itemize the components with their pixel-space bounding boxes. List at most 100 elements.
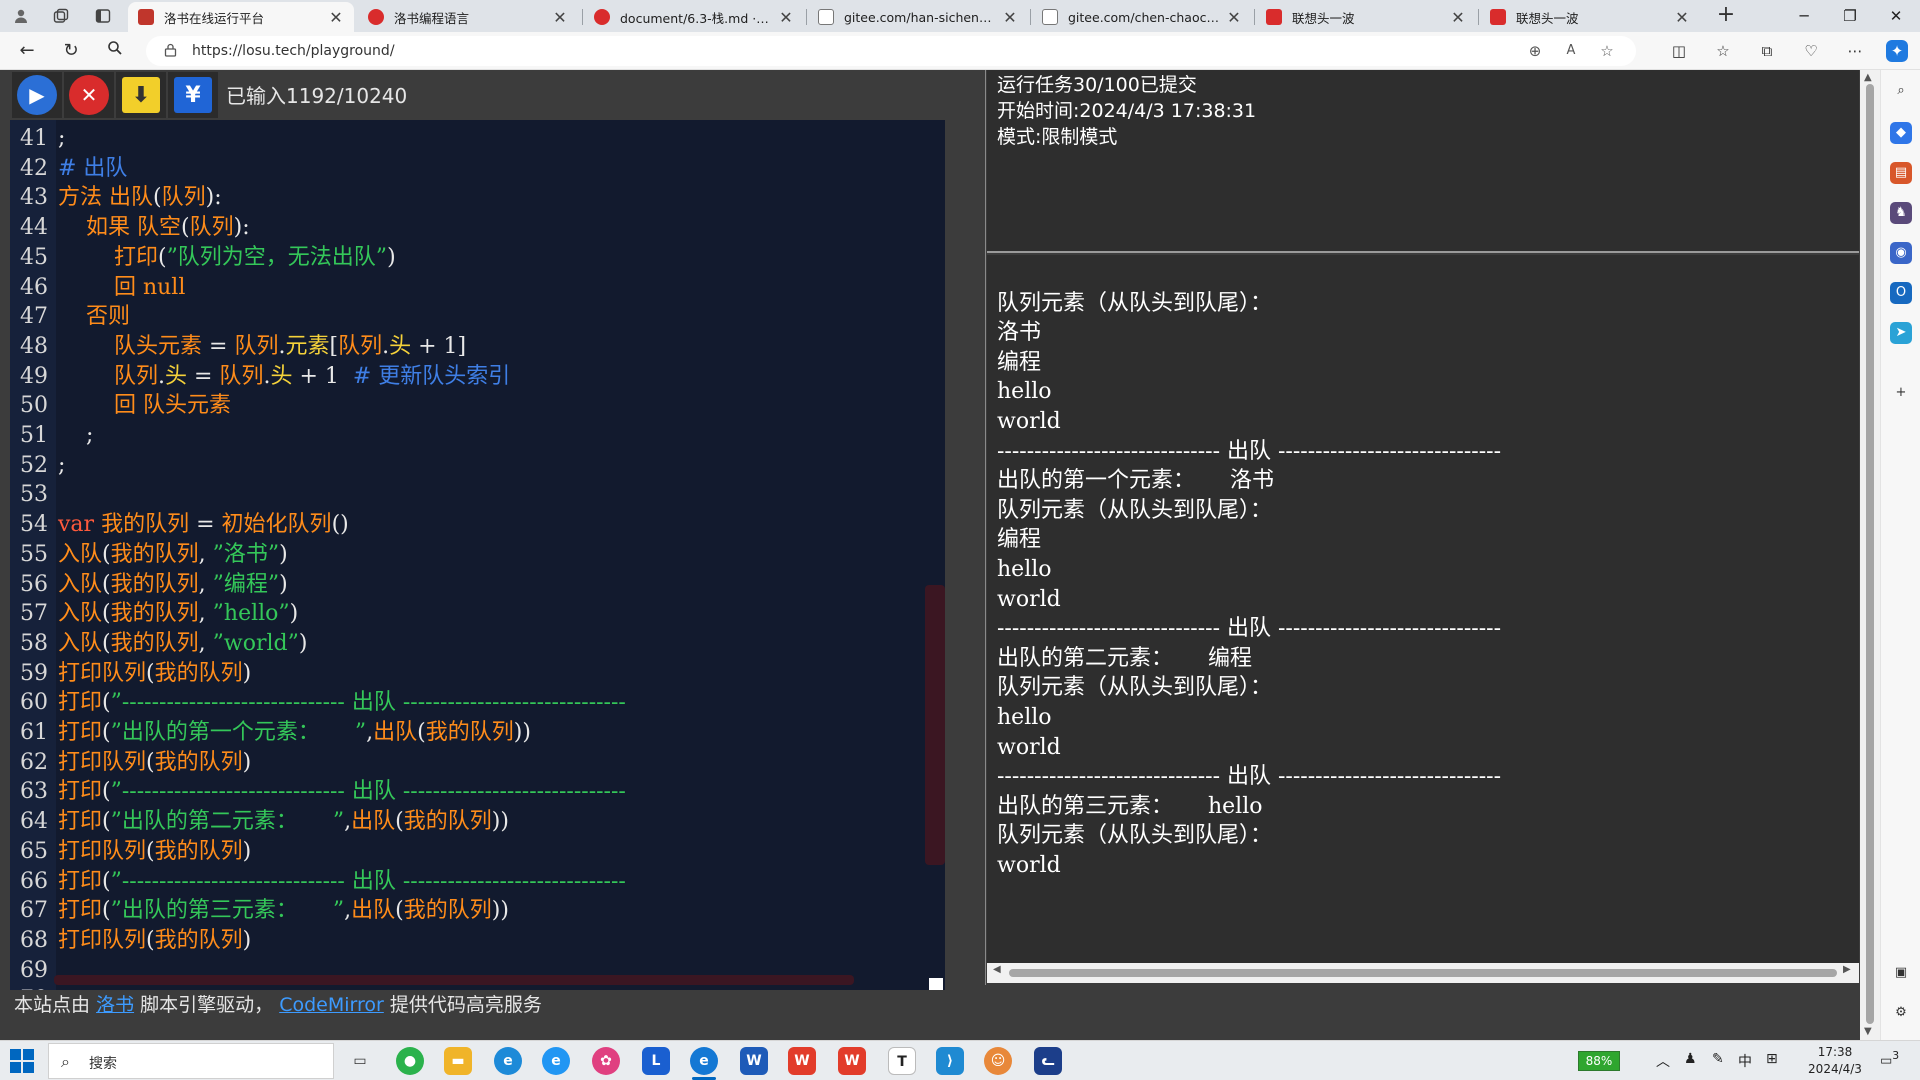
code-line[interactable]: 54 var 我的队列 = 初始化队列() <box>10 510 945 539</box>
search-icon[interactable] <box>104 40 126 62</box>
code-line[interactable]: 57 入队(我的队列, ”hello”) <box>10 599 945 628</box>
code-text[interactable]: 打印(”出队的第三元素： ”,出队(我的队列)) <box>58 896 509 925</box>
system-clock[interactable]: 17:38 2024/4/3 <box>1800 1044 1870 1078</box>
code-text[interactable]: 打印(”队列为空，无法出队”) <box>58 243 396 272</box>
code-line[interactable]: 68 打印队列(我的队列) <box>10 926 945 955</box>
code-line[interactable]: 46 回 null <box>10 273 945 302</box>
code-text[interactable]: 队列.头 = 队列.头 + 1 # 更新队头索引 <box>58 362 510 391</box>
keyboard-layout-icon[interactable]: ⊞ <box>1766 1051 1778 1067</box>
workspaces-icon[interactable] <box>50 6 72 26</box>
outlook-icon[interactable]: O <box>1890 282 1912 304</box>
battery-indicator[interactable]: 88% <box>1578 1051 1620 1071</box>
shopping-tag-icon[interactable]: ◆ <box>1890 122 1912 144</box>
page-vertical-scrollbar[interactable]: ▲ ▼ <box>1860 70 1880 1040</box>
sidebar-settings-icon[interactable]: ⚙ <box>1890 1002 1912 1024</box>
restore-button[interactable]: ❐ <box>1828 4 1872 28</box>
avatar-app-icon[interactable]: ☺ <box>984 1047 1012 1075</box>
lock-icon[interactable] <box>164 43 178 57</box>
code-text[interactable]: ; <box>58 451 65 480</box>
editor-vertical-scrollbar[interactable] <box>925 585 945 865</box>
code-text[interactable]: 回 队头元素 <box>58 391 231 420</box>
output-horizontal-scrollbar[interactable]: ◀ ▶ <box>987 963 1859 983</box>
code-text[interactable]: 方法 出队(队列): <box>58 183 222 212</box>
output-console[interactable]: 队列元素（从队头到队尾）： 洛书 编程 hello world -------------… <box>987 255 1859 977</box>
scrollbar-thumb[interactable] <box>1009 969 1837 977</box>
code-text[interactable]: 打印(”出队的第二元素： ”,出队(我的队列)) <box>58 807 509 836</box>
ime-language[interactable]: 中 <box>1738 1051 1752 1071</box>
close-tab-icon[interactable]: ✕ <box>552 8 568 27</box>
search-icon[interactable]: ⌕ <box>1890 80 1912 102</box>
code-text[interactable]: ; <box>58 421 93 450</box>
code-line[interactable]: 66 打印(”------------------------------ 出队 … <box>10 867 945 896</box>
code-line[interactable]: 53 <box>10 480 945 509</box>
vscode-app-icon[interactable]: ⟩ <box>936 1047 964 1075</box>
telegram-icon[interactable]: ➤ <box>1890 322 1912 344</box>
collections-icon[interactable]: ⧉ <box>1756 40 1778 62</box>
code-line[interactable]: 52; <box>10 451 945 480</box>
code-text[interactable]: ; <box>58 124 65 153</box>
tab-losu-playground[interactable]: 洛书在线运行平台 ✕ <box>128 2 354 32</box>
code-line[interactable]: 60 打印(”------------------------------ 出队 … <box>10 688 945 717</box>
wps-office-app-icon[interactable]: W <box>838 1047 866 1075</box>
lenovo-app-icon[interactable]: L <box>642 1047 670 1075</box>
wps-app-icon[interactable]: W <box>788 1047 816 1075</box>
code-text[interactable]: 队头元素 = 队列.元素[队列.头 + 1] <box>58 332 466 361</box>
code-text[interactable]: 如果 队空(队列): <box>58 213 250 242</box>
code-text[interactable]: 入队(我的队列, ”编程”) <box>58 570 288 599</box>
code-line[interactable]: 55 入队(我的队列, ”洛书”) <box>10 540 945 569</box>
code-line[interactable]: 65 打印队列(我的队列) <box>10 837 945 866</box>
edge-active-app-icon[interactable]: e <box>690 1047 718 1075</box>
task-view-icon[interactable]: ▭ <box>346 1047 374 1075</box>
profile-icon[interactable] <box>10 6 32 26</box>
zoom-icon[interactable]: ⊕ <box>1524 40 1546 62</box>
notifications-icon[interactable]: ▭3 <box>1880 1049 1904 1071</box>
code-text[interactable]: 入队(我的队列, ”world”) <box>58 629 307 658</box>
losu-link[interactable]: 洛书 <box>96 994 134 1016</box>
code-line[interactable]: 56 入队(我的队列, ”编程”) <box>10 570 945 599</box>
tab-losu-language[interactable]: 洛书编程语言 ✕ <box>358 2 578 32</box>
more-menu-icon[interactable]: ⋯ <box>1844 40 1866 62</box>
add-sidebar-app-icon[interactable]: + <box>1890 382 1912 404</box>
pen-tray-icon[interactable]: ✎ <box>1712 1051 1724 1067</box>
scroll-up-icon[interactable]: ▲ <box>1864 72 1872 83</box>
code-line[interactable]: 61 打印(”出队的第一个元素： ”,出队(我的队列)) <box>10 718 945 747</box>
code-line[interactable]: 67 打印(”出队的第三元素： ”,出队(我的队列)) <box>10 896 945 925</box>
code-line[interactable]: 59 打印队列(我的队列) <box>10 659 945 688</box>
editor-horizontal-scrollbar[interactable] <box>54 975 854 985</box>
code-line[interactable]: 49 队列.头 = 队列.头 + 1 # 更新队头索引 <box>10 362 945 391</box>
close-tab-icon[interactable]: ✕ <box>1674 8 1690 27</box>
screenshot-icon[interactable]: ▣ <box>1890 962 1912 984</box>
code-line[interactable]: 63 打印(”------------------------------ 出队 … <box>10 777 945 806</box>
tab-lenovo-2[interactable]: 联想头一波 ✕ <box>1480 2 1700 32</box>
code-line[interactable]: 62 打印队列(我的队列) <box>10 748 945 777</box>
new-tab-button[interactable]: + <box>1714 4 1738 28</box>
code-text[interactable]: 打印(”------------------------------ 出队 --… <box>58 867 626 896</box>
tab-document-md[interactable]: document/6.3-栈.md · 韩思诚/ ✕ <box>584 2 804 32</box>
qq-tray-icon[interactable]: ♟ <box>1684 1051 1697 1067</box>
code-text[interactable]: 打印(”------------------------------ 出队 --… <box>58 777 626 806</box>
scrollbar-thumb[interactable] <box>1866 84 1874 1024</box>
codemirror-link[interactable]: CodeMirror <box>279 994 384 1016</box>
close-tab-icon[interactable]: ✕ <box>1450 8 1466 27</box>
read-aloud-icon[interactable]: A <box>1560 40 1582 62</box>
panel-divider[interactable] <box>985 70 986 985</box>
tab-gitee-chen[interactable]: gitee.com/chen-chaochen/lpk ✕ <box>1032 2 1252 32</box>
code-text[interactable]: 打印(”------------------------------ 出队 --… <box>58 688 626 717</box>
copilot-icon[interactable]: ✦ <box>1886 40 1908 62</box>
browser-essentials-icon[interactable]: ♡ <box>1800 40 1822 62</box>
games-icon[interactable]: ♞ <box>1890 202 1912 224</box>
code-text[interactable]: 否则 <box>58 302 130 331</box>
favorite-star-icon[interactable]: ☆ <box>1596 40 1618 62</box>
code-line[interactable]: 44 如果 队空(队列): <box>10 213 945 242</box>
windows-start-icon[interactable] <box>10 1049 34 1073</box>
editor-resize-handle[interactable] <box>929 978 943 990</box>
code-text[interactable]: 入队(我的队列, ”洛书”) <box>58 540 288 569</box>
code-text[interactable]: 打印队列(我的队列) <box>58 659 251 688</box>
code-text[interactable]: 回 null <box>58 273 185 302</box>
tray-overflow-icon[interactable]: ︿ <box>1656 1051 1670 1071</box>
tab-gitee-han[interactable]: gitee.com/han-sicheng1/lpk/r ✕ <box>808 2 1028 32</box>
tools-icon[interactable]: ▤ <box>1890 162 1912 184</box>
edge-app-icon[interactable]: e <box>494 1047 522 1075</box>
code-line[interactable]: 45 打印(”队列为空，无法出队”) <box>10 243 945 272</box>
word-app-icon[interactable]: W <box>740 1047 768 1075</box>
